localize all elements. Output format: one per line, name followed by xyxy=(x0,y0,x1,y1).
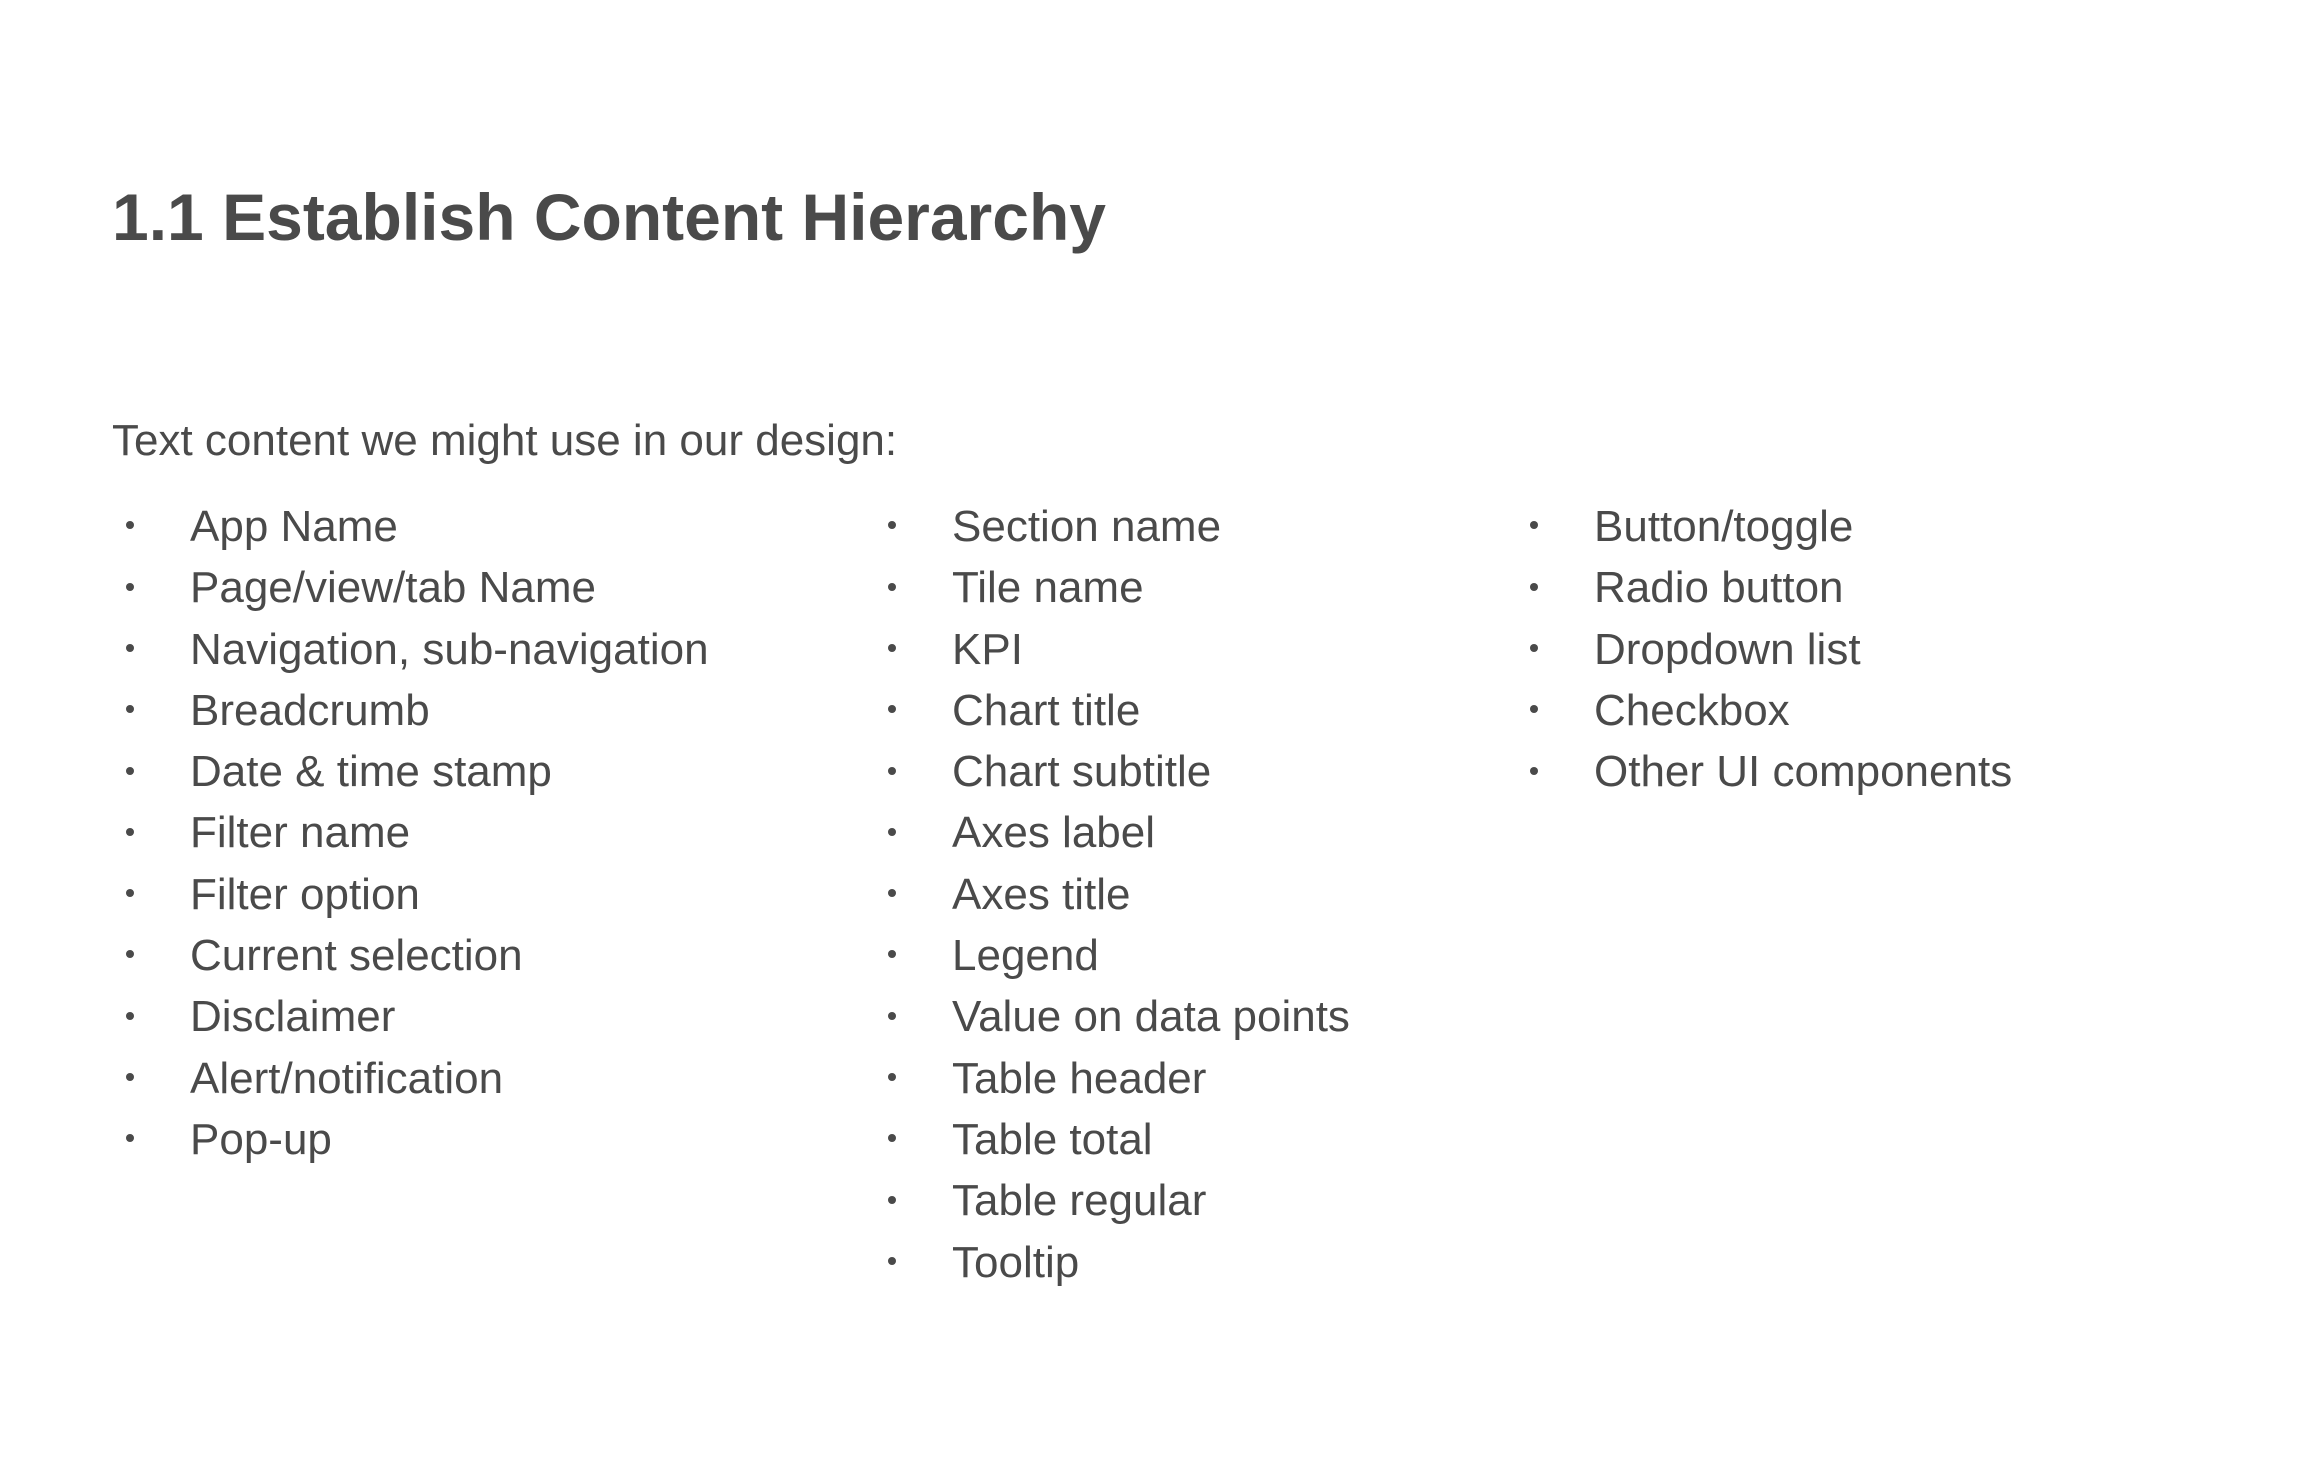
list-item: Other UI components xyxy=(1530,741,2012,802)
bullet-icon xyxy=(888,1134,896,1143)
list-item: Legend xyxy=(888,925,1350,986)
intro-text: Text content we might use in our design: xyxy=(112,416,898,465)
bullet-icon xyxy=(888,1256,896,1265)
list-item: Disclaimer xyxy=(126,986,709,1047)
bullet-icon xyxy=(888,1011,896,1020)
list-item: Table regular xyxy=(888,1170,1350,1231)
list-item: Filter name xyxy=(126,802,709,863)
bullet-icon xyxy=(888,827,896,836)
list-item: Alert/notification xyxy=(126,1048,709,1109)
list-item: Filter option xyxy=(126,864,709,925)
list-item: Radio button xyxy=(1530,557,2012,618)
list-item: Checkbox xyxy=(1530,680,2012,741)
bullet-icon xyxy=(126,1073,134,1082)
bullet-icon xyxy=(1530,582,1538,591)
list-item: Chart subtitle xyxy=(888,741,1350,802)
bullet-icon xyxy=(126,582,134,591)
bullet-icon xyxy=(888,889,896,898)
bullet-icon xyxy=(126,950,134,959)
bullet-list-column-3: Button/toggle Radio button Dropdown list… xyxy=(1530,496,2012,802)
list-item: Date & time stamp xyxy=(126,741,709,802)
bullet-list-column-2: Section name Tile name KPI Chart title C… xyxy=(888,496,1350,1293)
list-item: Tile name xyxy=(888,557,1350,618)
list-item: Current selection xyxy=(126,925,709,986)
bullet-icon xyxy=(126,827,134,836)
bullet-icon xyxy=(888,1073,896,1082)
bullet-icon xyxy=(126,705,134,714)
list-item: Breadcrumb xyxy=(126,680,709,741)
list-item: Page/view/tab Name xyxy=(126,557,709,618)
slide-title: 1.1 Establish Content Hierarchy xyxy=(112,180,1106,254)
bullet-icon xyxy=(1530,766,1538,775)
list-item: Button/toggle xyxy=(1530,496,2012,557)
bullet-icon xyxy=(888,950,896,959)
list-item: Dropdown list xyxy=(1530,619,2012,680)
list-item: Value on data points xyxy=(888,986,1350,1047)
list-item: KPI xyxy=(888,619,1350,680)
bullet-icon xyxy=(888,705,896,714)
bullet-icon xyxy=(888,521,896,530)
list-item: App Name xyxy=(126,496,709,557)
bullet-icon xyxy=(126,1134,134,1143)
bullet-icon xyxy=(888,1195,896,1204)
list-item: Axes title xyxy=(888,864,1350,925)
list-item: Chart title xyxy=(888,680,1350,741)
list-item: Section name xyxy=(888,496,1350,557)
list-item: Table total xyxy=(888,1109,1350,1170)
list-item: Table header xyxy=(888,1048,1350,1109)
bullet-icon xyxy=(888,582,896,591)
bullet-icon xyxy=(126,889,134,898)
bullet-icon xyxy=(888,766,896,775)
list-item: Axes label xyxy=(888,802,1350,863)
bullet-icon xyxy=(126,766,134,775)
bullet-icon xyxy=(126,1011,134,1020)
slide: 1.1 Establish Content Hierarchy Text con… xyxy=(0,0,2302,1462)
bullet-icon xyxy=(1530,521,1538,530)
list-item: Pop-up xyxy=(126,1109,709,1170)
bullet-icon xyxy=(1530,705,1538,714)
list-item: Tooltip xyxy=(888,1232,1350,1293)
list-item: Navigation, sub-navigation xyxy=(126,619,709,680)
bullet-icon xyxy=(126,521,134,530)
bullet-icon xyxy=(126,643,134,652)
bullet-icon xyxy=(888,643,896,652)
bullet-list-column-1: App Name Page/view/tab Name Navigation, … xyxy=(126,496,709,1170)
bullet-icon xyxy=(1530,643,1538,652)
